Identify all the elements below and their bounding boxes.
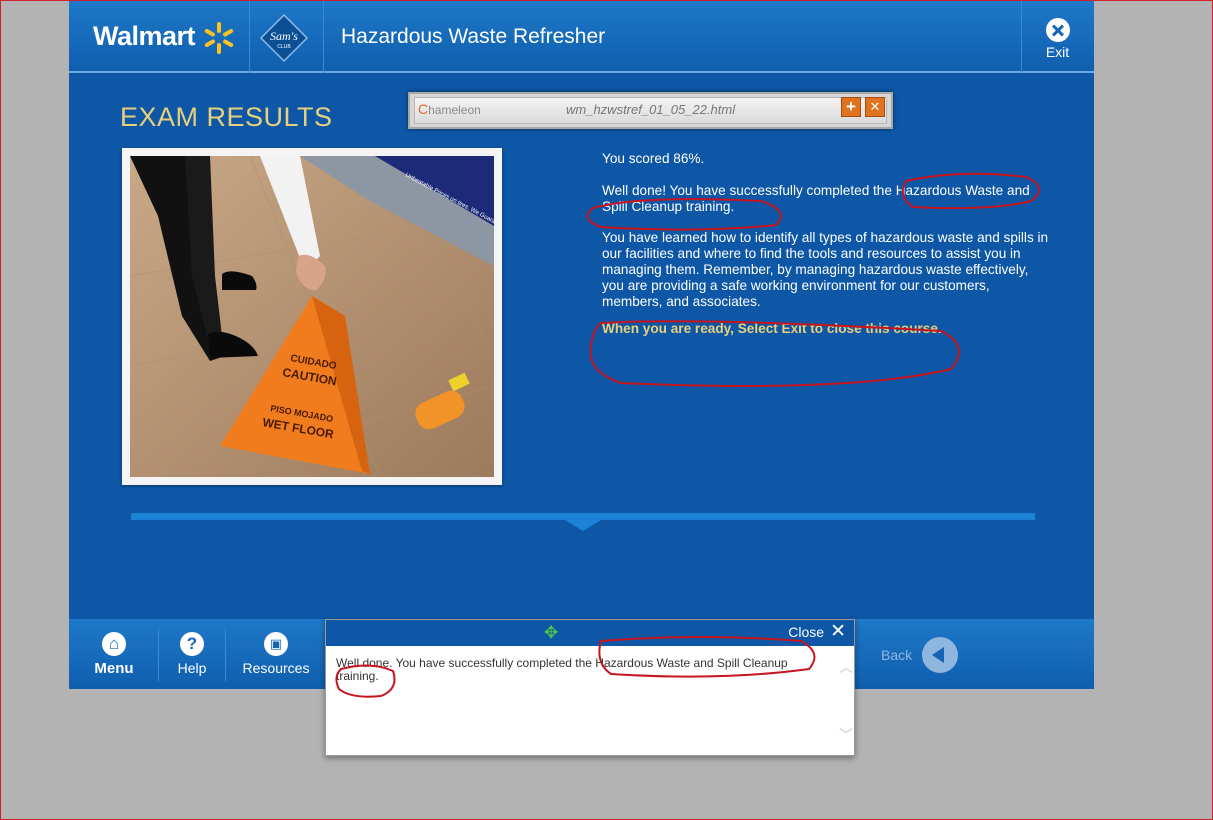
ready-instruction: When you are ready, Select Exit to close…	[602, 321, 942, 336]
chameleon-toolbar: Chameleon wm_hzwstref_01_05_22.html + ✕	[408, 92, 893, 129]
close-icon: ✕	[830, 621, 846, 642]
home-icon: ⌂	[102, 632, 126, 656]
exit-button[interactable]: Exit	[1021, 1, 1094, 73]
help-label: Help	[177, 660, 207, 676]
walmart-spark-icon	[204, 22, 234, 54]
question-icon: ?	[180, 632, 204, 656]
page-title: EXAM RESULTS	[120, 102, 333, 132]
header-separator	[249, 1, 250, 73]
chameleon-filename: wm_hzwstref_01_05_22.html	[566, 102, 736, 117]
popup-close-label: Close	[788, 624, 825, 640]
score-text: You scored 86%.	[602, 151, 705, 166]
learned-text: You have learned how to identify all typ…	[602, 230, 1049, 309]
wet-floor-photo: Unbeatable Prices on tires. We Guarantee…	[122, 148, 502, 485]
plus-button[interactable]: +	[841, 97, 861, 117]
popup-text: Well done. You have successfully complet…	[336, 656, 788, 683]
back-label: Back	[881, 647, 913, 663]
close-circle-icon	[1045, 18, 1070, 42]
resources-label: Resources	[242, 660, 310, 676]
popup-scrollbar[interactable]: ︿ ﹀	[836, 647, 854, 755]
menu-label: Menu	[94, 660, 134, 677]
chameleon-logo: Chameleon	[418, 101, 481, 117]
sams-club-logo: Sam's CLUB	[259, 13, 309, 63]
course-title: Hazardous Waste Refresher	[341, 25, 606, 48]
chameleon-logo-prefix: C	[418, 101, 429, 117]
chevron-down-icon[interactable]: ﹀	[839, 725, 853, 745]
walmart-logo: Walmart	[93, 21, 196, 51]
well-done-text: Well done! You have successfully complet…	[602, 183, 1030, 214]
back-button[interactable]: Back	[881, 637, 959, 673]
move-icon[interactable]: ✥	[544, 624, 558, 641]
back-arrow-icon	[922, 637, 959, 673]
document-icon: ▣	[264, 632, 288, 656]
svg-text:CLUB: CLUB	[277, 44, 291, 50]
header-bar: Walmart Sam's CLUB Hazardous Waste Refre…	[69, 1, 1094, 73]
chameleon-logo-text: hameleon	[428, 103, 481, 117]
divider-bar	[131, 513, 1035, 520]
header-separator	[323, 1, 324, 73]
chevron-up-icon[interactable]: ︿	[839, 657, 853, 677]
help-button[interactable]: ? Help	[159, 619, 225, 689]
svg-text:Sam's: Sam's	[270, 29, 298, 43]
chameleon-close-button[interactable]: ✕	[865, 97, 885, 117]
menu-button[interactable]: ⌂ Menu	[69, 619, 159, 689]
resources-button[interactable]: ▣ Resources	[226, 619, 326, 689]
exit-label: Exit	[1045, 44, 1070, 60]
results-text: You scored 86%. Well done! You have succ…	[602, 151, 1052, 353]
popup-title-bar[interactable]: ✥ Close ✕	[326, 620, 854, 646]
photo-image: Unbeatable Prices on tires. We Guarantee…	[130, 156, 494, 477]
feedback-popup: ✥ Close ✕ Well done. You have successful…	[325, 619, 855, 756]
divider-notch	[565, 520, 601, 531]
popup-close-button[interactable]: Close ✕	[788, 621, 846, 642]
